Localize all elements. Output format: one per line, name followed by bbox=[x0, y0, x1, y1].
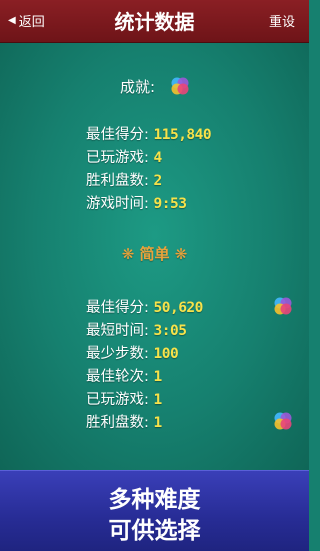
easy-best-score: 最佳得分: 50,620 bbox=[86, 300, 203, 316]
easy-best-round: 最佳轮次: 1 bbox=[86, 369, 162, 385]
game-center-icon[interactable] bbox=[169, 75, 191, 97]
top-bar: ◀ 返回 统计数据 重设 bbox=[0, 0, 309, 43]
stat-best-score: 最佳得分: 115,840 bbox=[86, 127, 212, 143]
banner-line-2: 可供选择 bbox=[108, 518, 201, 544]
easy-games-won: 胜利盘数: 1 bbox=[86, 415, 162, 431]
achievements-label: 成就: bbox=[120, 78, 156, 96]
page-title: 统计数据 bbox=[114, 10, 195, 34]
reset-button[interactable]: 重设 bbox=[269, 11, 295, 30]
stat-games-played: 已玩游戏: 4 bbox=[86, 150, 162, 166]
easy-fewest-moves: 最少步数: 100 bbox=[86, 346, 179, 362]
promo-banner: 多种难度 可供选择 bbox=[0, 470, 309, 551]
banner-line-1: 多种难度 bbox=[108, 487, 201, 513]
game-center-icon[interactable] bbox=[272, 410, 294, 432]
stat-play-time: 游戏时间: 9:53 bbox=[86, 196, 187, 212]
easy-shortest-time: 最短时间: 3:05 bbox=[86, 323, 187, 339]
game-center-icon[interactable] bbox=[272, 295, 294, 317]
easy-games-played: 已玩游戏: 1 bbox=[86, 392, 162, 408]
section-title-easy: ❋ 简单 ❋ bbox=[121, 245, 188, 263]
stat-games-won: 胜利盘数: 2 bbox=[86, 173, 162, 189]
